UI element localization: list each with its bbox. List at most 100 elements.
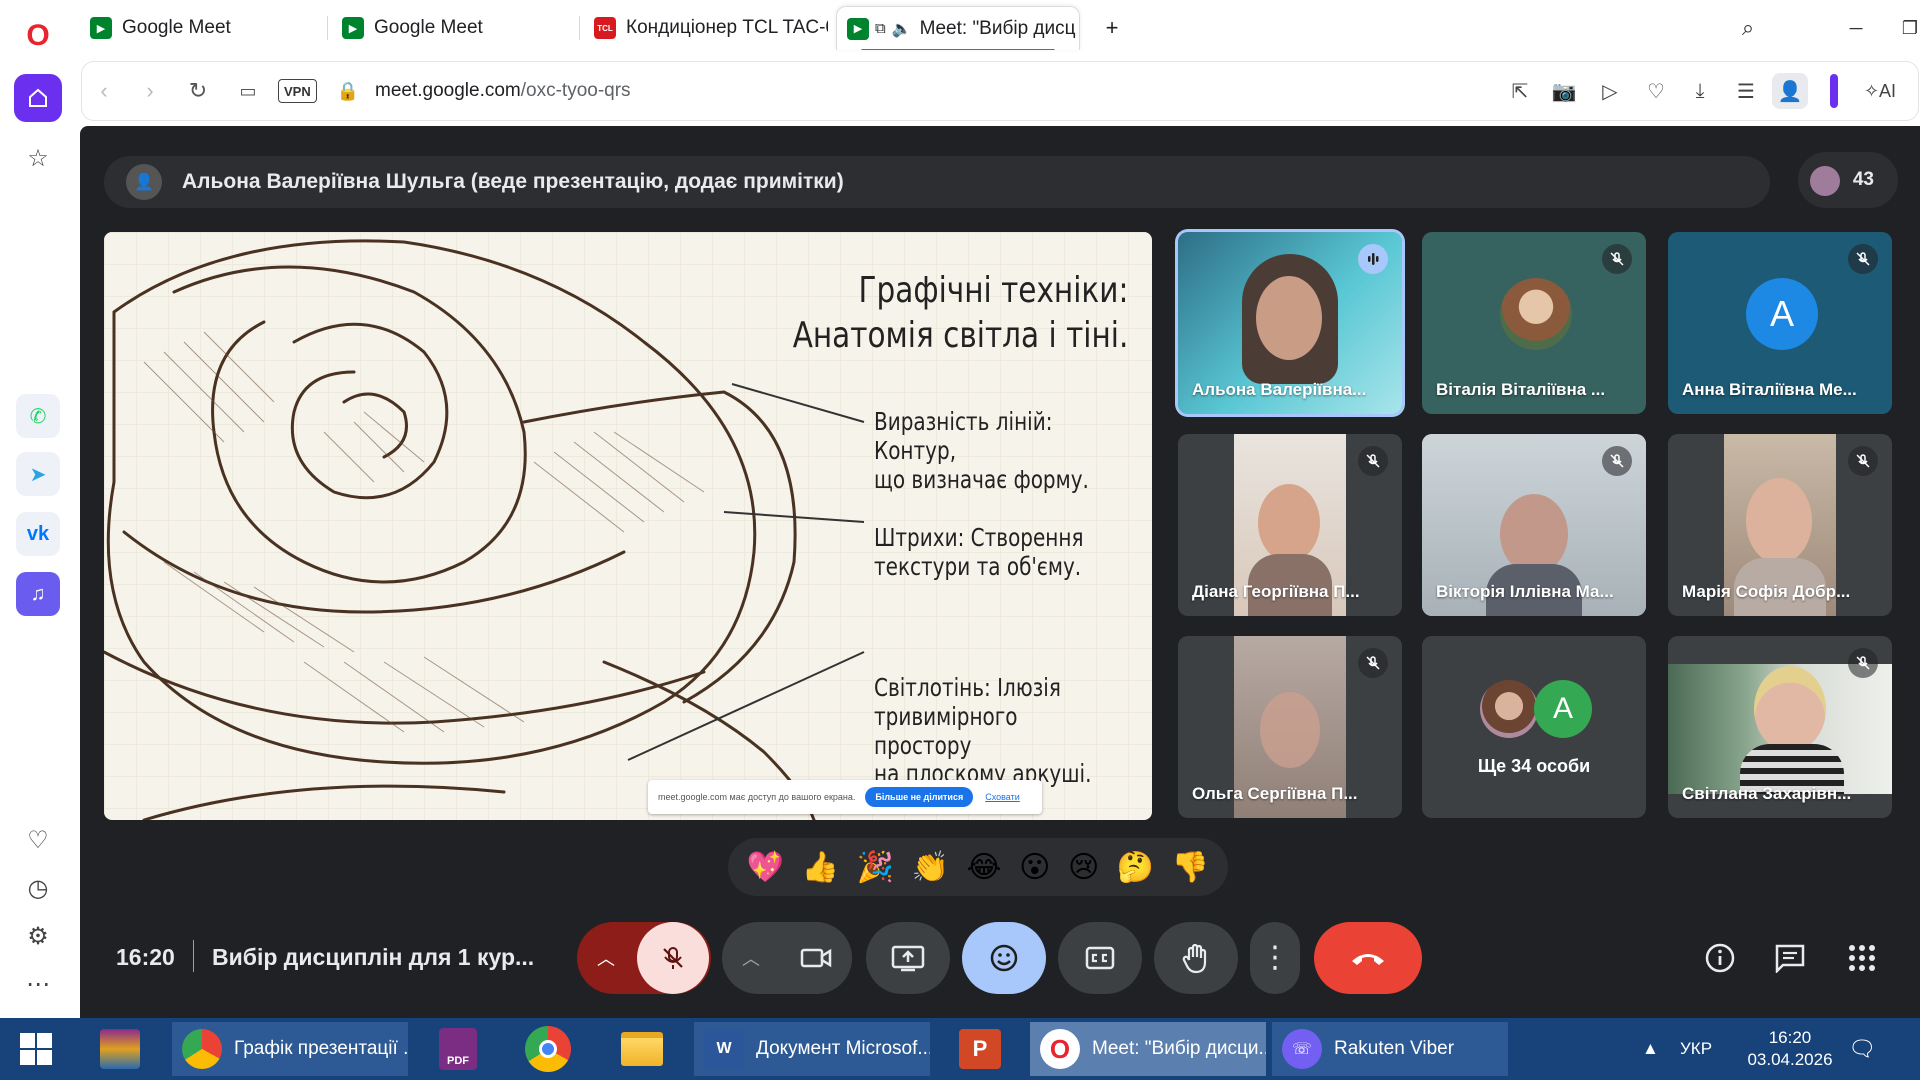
present-screen-button[interactable]: [866, 922, 950, 994]
reaction-thumbs-down[interactable]: 👎: [1172, 850, 1209, 885]
captions-button[interactable]: [1058, 922, 1142, 994]
reaction-laugh[interactable]: 😂: [967, 850, 1002, 885]
apps-grid-icon: [1849, 945, 1875, 971]
tab-google-meet-1[interactable]: ▶ Google Meet: [80, 6, 328, 50]
restore-icon[interactable]: ❐: [1890, 8, 1920, 48]
mic-options-chevron-icon[interactable]: ︿: [597, 945, 615, 971]
raise-hand-button[interactable]: [1154, 922, 1238, 994]
taskbar-item-explorer[interactable]: [612, 1022, 672, 1076]
taskbar-item-powerpoint[interactable]: P: [950, 1022, 1010, 1076]
url-field[interactable]: meet.google.com/oxc-tyoo-qrs: [375, 80, 631, 102]
reaction-party[interactable]: 🎉: [857, 850, 894, 885]
participant-tile[interactable]: Вікторія Іллівна Ма...: [1422, 434, 1646, 616]
smiley-icon: [990, 944, 1018, 972]
forward-icon[interactable]: ›: [130, 71, 170, 111]
search-tabs-icon[interactable]: ⌕: [1728, 8, 1768, 48]
participant-tile[interactable]: А Анна Віталіївна Ме...: [1668, 232, 1892, 414]
send-icon[interactable]: ▷: [1592, 73, 1628, 109]
notifications-icon[interactable]: 🗨: [1842, 1018, 1882, 1080]
minimize-icon[interactable]: ─: [1836, 8, 1876, 48]
snapshot-icon[interactable]: 📷: [1546, 73, 1582, 109]
reload-icon[interactable]: ↻: [178, 71, 218, 111]
stop-sharing-button[interactable]: Більше не ділитися: [865, 787, 974, 807]
camera-options-chevron-icon[interactable]: ︿: [742, 945, 760, 971]
star-icon[interactable]: ☆: [14, 134, 62, 182]
music-player-icon[interactable]: ♫: [16, 572, 60, 616]
reaction-clap[interactable]: 👏: [912, 850, 949, 885]
language-indicator[interactable]: УКР: [1680, 1018, 1712, 1080]
reactions-button[interactable]: [962, 922, 1046, 994]
taskbar-item-viber[interactable]: ☏ Rakuten Viber: [1272, 1022, 1508, 1076]
new-tab-button[interactable]: +: [1092, 6, 1132, 50]
bullet-text: тривимірного простору: [874, 701, 1018, 760]
taskbar-item-pdf[interactable]: PDF: [428, 1022, 488, 1076]
more-options-button[interactable]: ⋮: [1250, 922, 1300, 994]
meeting-details-button[interactable]: [1694, 932, 1746, 984]
picture-in-picture-icon[interactable]: ⧉: [875, 20, 886, 37]
participant-tile[interactable]: Діана Георгіївна П...: [1178, 434, 1402, 616]
ai-label: AI: [1879, 80, 1897, 101]
mic-off-icon: [663, 947, 683, 969]
leave-call-button[interactable]: [1314, 922, 1422, 994]
tab-meet-active[interactable]: ▶ ⧉ 🔈 Meet: "Вибір дисц: [836, 6, 1080, 50]
reactions-bar: 💖 👍 🎉 👏 😂 😮 😢 🤔 👎: [728, 838, 1228, 896]
mic-off-icon: [1602, 446, 1632, 476]
winrar-taskbar-button[interactable]: [90, 1022, 150, 1076]
reaction-surprised[interactable]: 😮: [1019, 850, 1050, 885]
chat-button[interactable]: [1764, 932, 1816, 984]
speaker-icon[interactable]: 🔈: [892, 19, 912, 39]
history-icon[interactable]: ◷: [14, 864, 62, 912]
participant-count-button[interactable]: 43: [1798, 152, 1898, 208]
address-bar: ‹ › ↻ ▭ VPN 🔒 meet.google.com/oxc-tyoo-q…: [82, 62, 1918, 120]
taskbar-item-chrome[interactable]: [518, 1022, 578, 1076]
camera-toggle-button[interactable]: [780, 922, 852, 994]
participant-tile[interactable]: Альона Валеріївна...: [1178, 232, 1402, 414]
home-icon[interactable]: [14, 74, 62, 122]
tab-tcl-conditioner[interactable]: TCL Кондиціонер TCL TAC-09: [584, 6, 828, 50]
heart-icon[interactable]: ♡: [14, 816, 62, 864]
lock-icon[interactable]: 🔒: [328, 71, 368, 111]
vpn-badge[interactable]: VPN: [278, 79, 317, 103]
mic-toggle-button[interactable]: [637, 922, 709, 994]
whatsapp-icon[interactable]: ✆: [16, 394, 60, 438]
easy-setup-icon[interactable]: ☰: [1728, 73, 1764, 109]
participant-tile[interactable]: Ольга Сергіївна П...: [1178, 636, 1402, 818]
participant-video: [1256, 276, 1322, 360]
vk-icon[interactable]: vk: [16, 512, 60, 556]
aria-ai-button[interactable]: ✧ AI: [1852, 73, 1908, 109]
download-icon[interactable]: ⤓: [1682, 73, 1718, 109]
settings-gear-icon[interactable]: ⚙: [14, 912, 62, 960]
camera-icon[interactable]: ▭: [228, 71, 268, 111]
participant-tile[interactable]: Марія Софія Добр...: [1668, 434, 1892, 616]
slide-title-line2: Анатомія світла і тіні.: [792, 315, 1128, 356]
system-clock[interactable]: 16:20 03.04.2026: [1730, 1018, 1850, 1080]
more-participants-tile[interactable]: А Ще 34 особи: [1422, 636, 1646, 818]
activities-button[interactable]: [1836, 932, 1888, 984]
participant-tile[interactable]: Віталія Віталіївна ...: [1422, 232, 1646, 414]
opera-logo-icon[interactable]: O: [14, 12, 62, 60]
hide-notice-link[interactable]: Сховати: [985, 792, 1020, 802]
reaction-sad[interactable]: 😢: [1068, 850, 1099, 885]
more-dots-icon[interactable]: ⋯: [14, 960, 62, 1008]
tray-overflow-icon[interactable]: ▲: [1642, 1018, 1659, 1080]
taskbar-label: Документ Microsof...: [756, 1038, 930, 1059]
taskbar-item-opera-meet[interactable]: O Meet: "Вибір дисци...: [1030, 1022, 1266, 1076]
tab-google-meet-2[interactable]: ▶ Google Meet: [332, 6, 580, 50]
meet-window: 👤 Альона Валеріївна Шульга (веде презент…: [80, 126, 1920, 1018]
back-icon[interactable]: ‹: [84, 71, 124, 111]
telegram-icon[interactable]: ➤: [16, 452, 60, 496]
sidebar-toggle[interactable]: [1830, 74, 1838, 108]
participant-tile[interactable]: Світлана Захарівн...: [1668, 636, 1892, 818]
participant-name: Вікторія Іллівна Ма...: [1436, 582, 1614, 601]
bookmark-heart-icon[interactable]: ♡: [1638, 73, 1674, 109]
reaction-thinking[interactable]: 🤔: [1117, 850, 1154, 885]
meeting-time: 16:20: [116, 944, 175, 970]
taskbar-item-word[interactable]: W Документ Microsof...: [694, 1022, 930, 1076]
start-button[interactable]: [0, 1022, 72, 1076]
share-icon[interactable]: ⇱: [1502, 73, 1538, 109]
taskbar-item-chrome-schedule[interactable]: Графік презентації ...: [172, 1022, 408, 1076]
participant-name: Марія Софія Добр...: [1682, 582, 1851, 601]
reaction-thumbs-up[interactable]: 👍: [802, 850, 839, 885]
profile-icon[interactable]: 👤: [1772, 73, 1808, 109]
reaction-heart[interactable]: 💖: [747, 850, 784, 885]
